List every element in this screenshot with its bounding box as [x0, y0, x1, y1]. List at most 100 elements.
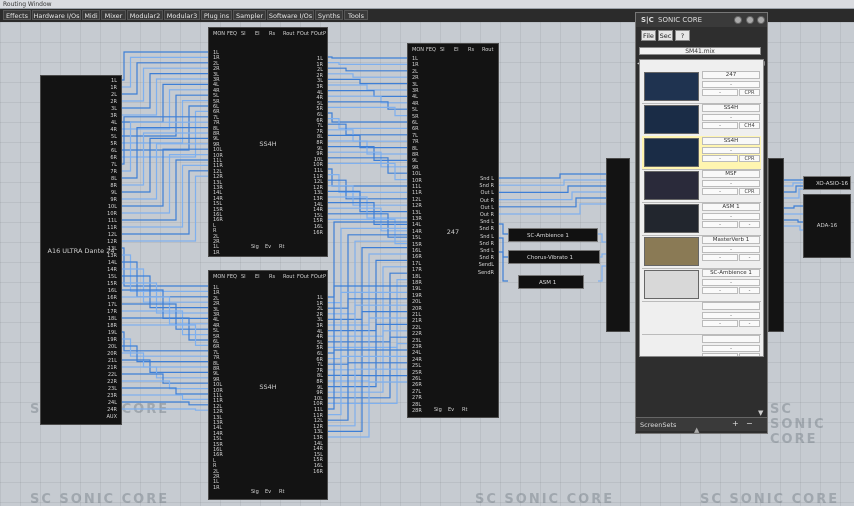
port-label[interactable]: 11R [412, 190, 422, 196]
sendfx-sc-ambience[interactable]: SC-Ambience 1 [508, 228, 598, 242]
device-ss4h-bottom[interactable]: SS4H 1L 1R 2L 2R 3L 3R 4L 4R 5L 5R 6L 6R 7L 7R 8L 8R 9L 9… [208, 270, 328, 500]
port-label[interactable]: 15R [107, 281, 117, 287]
device-thumbnail[interactable] [644, 204, 699, 233]
port-label[interactable]: 12L [412, 197, 421, 203]
device-output-bus[interactable] [606, 158, 630, 332]
port-label[interactable]: SendL [479, 262, 494, 268]
patch-cable[interactable] [122, 51, 208, 81]
port-label[interactable]: Snd L [480, 176, 494, 182]
slot-field[interactable]: - [702, 246, 760, 253]
device-thumbnail[interactable] [644, 237, 699, 266]
device-header-label[interactable]: Rout [283, 31, 294, 37]
device-slot[interactable]: 247 - - CPR [642, 70, 761, 104]
device-xo-asio[interactable]: XO-ASIO-16 [803, 176, 851, 190]
device-bottom-label[interactable]: Sig [251, 489, 259, 495]
slot-field[interactable]: - [702, 188, 738, 195]
device-thumbnail[interactable] [644, 105, 699, 134]
device-thumbnail[interactable] [644, 138, 699, 167]
port-label[interactable]: 6L [111, 148, 117, 154]
port-label[interactable]: Out R [480, 212, 494, 218]
port-label[interactable]: 20R [412, 306, 422, 312]
patch-cable[interactable] [328, 218, 407, 245]
device-header-label[interactable]: FOut [297, 274, 309, 280]
port-label[interactable]: 18R [412, 280, 422, 286]
patch-cable[interactable] [122, 282, 208, 314]
patch-cable[interactable] [499, 251, 508, 282]
slot-field[interactable]: CPR [739, 155, 760, 162]
port-label[interactable]: 20R [107, 351, 117, 357]
slot-field[interactable]: - [702, 81, 760, 88]
slot-field[interactable]: - [702, 213, 760, 220]
slot-device-name[interactable]: ASM 1 [702, 203, 760, 211]
port-label[interactable]: 7R [110, 169, 117, 175]
device-header-label[interactable]: EI [454, 47, 459, 53]
device-a16-ultra[interactable]: A16 ULTRA Dante 24 1L 1R 2L 2R 3L 3R 4L 4R 5L 5R 6… [40, 75, 122, 425]
port-label[interactable]: 16L [108, 288, 117, 294]
device-ss4h-top[interactable]: SS4H 1L 1R 2L 2R 3L 3R 4L 4R 5L 5R 6L 6R 7L 7R 8L 8R 9L 9… [208, 27, 328, 257]
port-label[interactable]: Snd R [479, 226, 494, 232]
port-label[interactable]: Out L [481, 205, 494, 211]
port-label[interactable]: 13R [107, 253, 117, 259]
device-header-label[interactable]: Rs [269, 274, 275, 280]
slot-device-name[interactable]: MSF [702, 170, 760, 178]
port-label[interactable]: 22R [107, 379, 117, 385]
device-header-label[interactable]: EI [255, 31, 260, 37]
patch-cable[interactable] [499, 179, 606, 186]
port-label[interactable]: 15L [412, 235, 421, 241]
patch-cable[interactable] [328, 355, 407, 416]
port-label[interactable]: 7R [412, 139, 419, 145]
port-label[interactable]: 14L [108, 260, 117, 266]
port-label[interactable]: 6R [412, 126, 419, 132]
slot-device-name[interactable]: SS4H [702, 137, 760, 145]
port-label[interactable]: 12L [108, 232, 117, 238]
port-label[interactable]: 19L [108, 330, 117, 336]
panel-tab-sec[interactable]: Sec [658, 30, 673, 41]
sendfx-asm[interactable]: ASM 1 [518, 275, 584, 289]
port-label[interactable]: 3L [412, 82, 418, 88]
menu-tab-effects[interactable]: Effects [3, 10, 31, 20]
slot-field[interactable]: - [702, 89, 738, 96]
port-label[interactable]: 1R [110, 85, 117, 91]
port-label[interactable]: Snd L [480, 248, 494, 254]
port-label[interactable]: 6R [110, 155, 117, 161]
device-bottom-label[interactable]: Ev [265, 244, 271, 250]
device-bottom-label[interactable]: Rt [279, 489, 284, 495]
port-label[interactable]: 16L [412, 248, 421, 254]
port-label[interactable]: 3R [110, 113, 117, 119]
port-label[interactable]: Snd L [480, 234, 494, 240]
port-label[interactable]: 1L [412, 56, 418, 62]
slot-device-name[interactable]: 247 [702, 71, 760, 79]
slot-field[interactable]: CH4 [739, 122, 760, 129]
port-label[interactable]: 26R [412, 382, 422, 388]
port-label[interactable]: 4L [412, 94, 418, 100]
patch-cable[interactable] [122, 247, 208, 287]
port-label[interactable]: 17L [412, 261, 421, 267]
port-label[interactable]: 12R [412, 203, 422, 209]
device-bottom-label[interactable]: Ev [265, 489, 271, 495]
patch-cable[interactable] [122, 373, 208, 384]
port-label[interactable]: 24L [412, 350, 421, 356]
port-label[interactable]: 26L [412, 376, 421, 382]
slot-device-name[interactable]: SS4H [702, 104, 760, 112]
device-ada-16[interactable]: ADA-16 [803, 194, 851, 258]
patch-cable[interactable] [122, 56, 208, 88]
device-thumbnail[interactable] [644, 270, 699, 299]
patch-cable[interactable] [328, 89, 407, 98]
patch-cable[interactable] [328, 381, 407, 438]
port-label[interactable]: 27L [412, 389, 421, 395]
port-label[interactable]: 21L [412, 312, 421, 318]
port-label[interactable]: 20L [108, 344, 117, 350]
port-label[interactable]: 2R [412, 75, 419, 81]
port-label[interactable]: 12R [107, 239, 117, 245]
device-header-label[interactable]: MON [213, 31, 225, 37]
menu-tab-modular3[interactable]: Modular3 [164, 10, 200, 20]
patch-cable[interactable] [328, 336, 407, 399]
port-label[interactable]: 8L [412, 146, 418, 152]
patch-cable[interactable] [328, 343, 407, 404]
patch-cable[interactable] [499, 223, 508, 235]
add-screenset-button[interactable]: + [732, 419, 739, 428]
slot-field[interactable]: - [739, 353, 760, 356]
port-label[interactable]: 23L [412, 338, 421, 344]
device-bottom-label[interactable]: Ev [448, 407, 454, 413]
port-label[interactable]: 24L [108, 400, 117, 406]
